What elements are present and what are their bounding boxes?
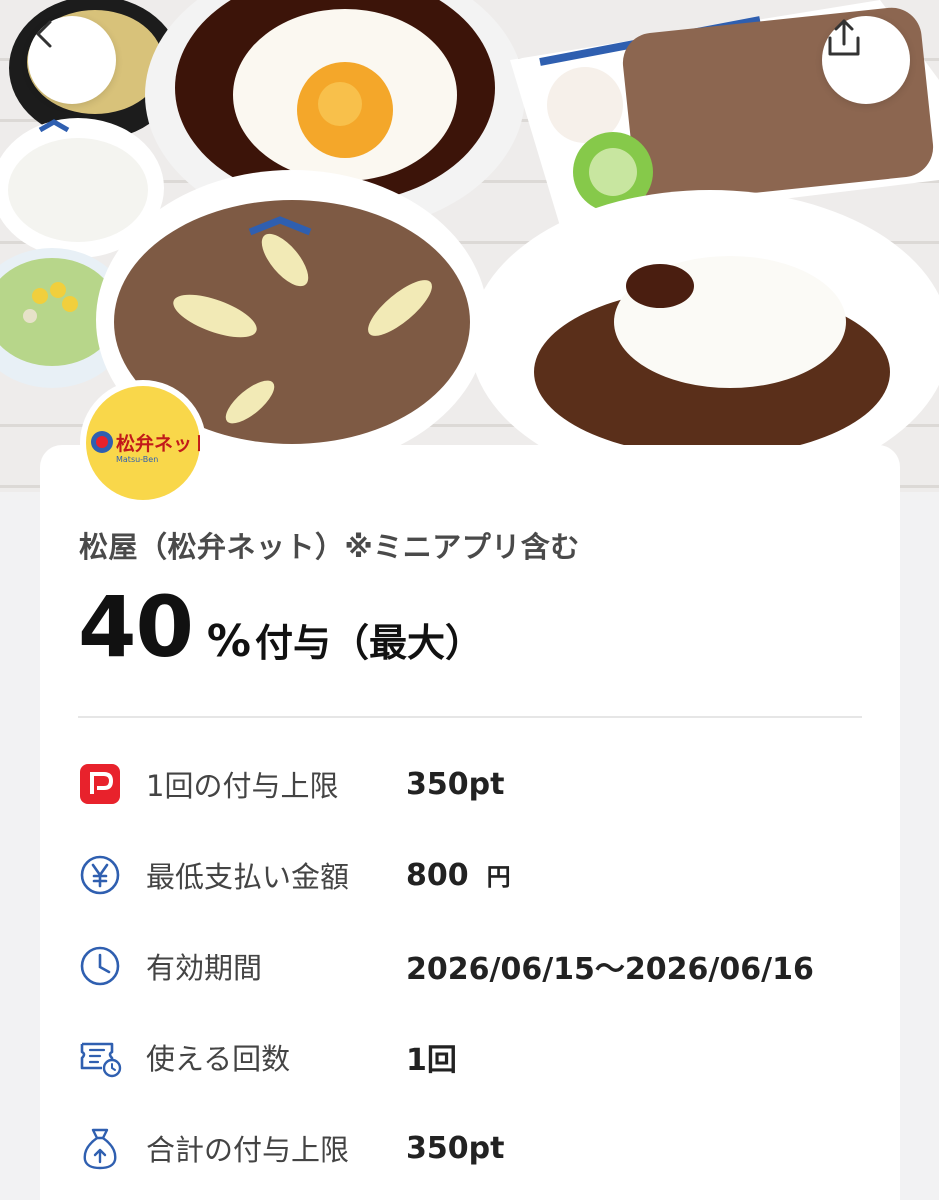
detail-value: 2026/06/15〜2026/06/16 (406, 952, 814, 987)
detail-label: 1回の付与上限 (146, 769, 339, 803)
paypay-icon (78, 762, 122, 806)
detail-label: 有効期間 (146, 951, 263, 985)
min-payment-amount: 800 (406, 858, 469, 893)
detail-value: 350pt (406, 766, 505, 802)
currency-unit: 円 (486, 863, 511, 891)
detail-label: 使える回数 (146, 1042, 291, 1076)
reward-rate: 40 % 付与（最大） (78, 585, 483, 669)
store-logo: 松弁ネット Matsu-Ben (80, 380, 206, 506)
reward-rate-percent: % (206, 616, 251, 667)
detail-row-validity: 有効期間 2026/06/15〜2026/06/16 (78, 936, 878, 996)
detail-row-per-use-limit: 1回の付与上限 350pt (78, 754, 878, 814)
back-button[interactable] (28, 16, 116, 104)
divider (78, 716, 862, 718)
detail-row-usage-count: 使える回数 1回 (78, 1027, 878, 1087)
detail-row-min-payment: 最低支払い金額 800 円 (78, 845, 878, 905)
money-bag-icon (78, 1126, 122, 1170)
reward-rate-label: 付与（最大） (255, 621, 484, 665)
share-button[interactable] (822, 16, 910, 104)
chevron-left-icon (36, 20, 52, 48)
clock-icon (78, 944, 122, 988)
yen-icon (78, 853, 122, 897)
ticket-icon (78, 1035, 122, 1079)
detail-label: 合計の付与上限 (146, 1133, 350, 1167)
store-name: 松屋（松弁ネット）※ミニアプリ含む (79, 530, 580, 564)
detail-value: 800 円 (406, 857, 511, 893)
store-logo-mark: 松弁ネット Matsu-Ben (91, 431, 200, 464)
detail-value: 350pt (406, 1130, 505, 1166)
detail-row-total-limit: 合計の付与上限 350pt (78, 1118, 878, 1178)
logo-sub-text: Matsu-Ben (116, 455, 158, 464)
detail-value: 1回 (406, 1043, 457, 1078)
detail-label: 最低支払い金額 (146, 860, 350, 894)
reward-rate-number: 40 (78, 578, 194, 676)
logo-brand-text: 松弁ネット (116, 432, 200, 455)
share-icon (828, 19, 860, 56)
